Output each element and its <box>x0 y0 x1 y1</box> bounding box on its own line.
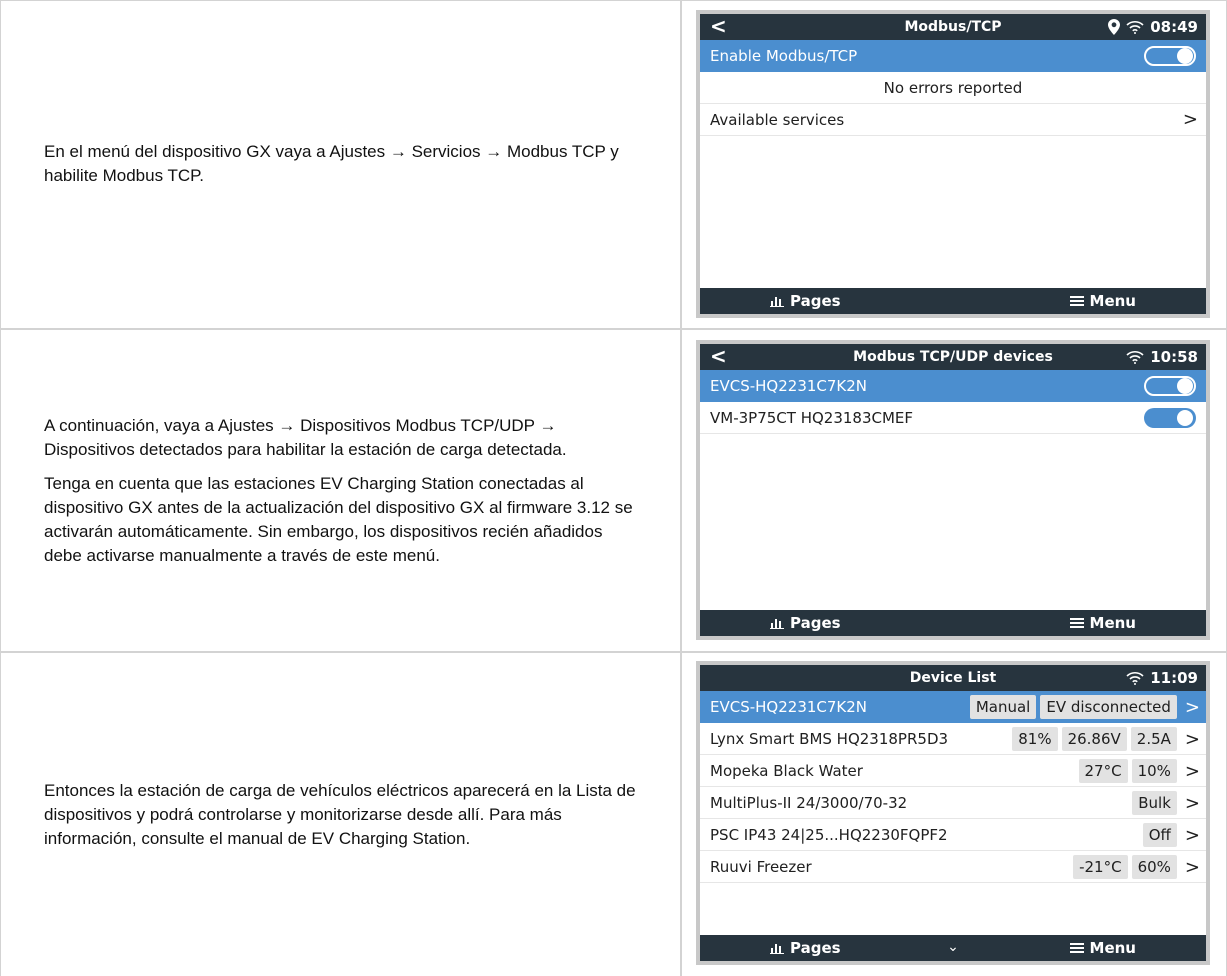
menu-label: Menu <box>1089 614 1136 632</box>
device-label: EVCS-HQ2231C7K2N <box>710 698 868 716</box>
clock: 10:58 <box>1150 348 1198 366</box>
menu-item-enable-modbus[interactable]: Enable Modbus/TCP <box>700 40 1206 72</box>
title-bar: < Modbus/TCP 08:49 <box>700 14 1206 40</box>
instruction-cell: En el menú del dispositivo GX vaya a Aju… <box>0 0 680 328</box>
device-label: EVCS-HQ2231C7K2N <box>710 377 868 395</box>
value-pill: Off <box>1142 823 1177 847</box>
chevron-right-icon: > <box>1184 728 1200 750</box>
value-pill: EV disconnected <box>1040 695 1177 719</box>
chevron-right-icon: > <box>1184 824 1200 846</box>
menu-item-available-services[interactable]: Available services > <box>700 104 1206 136</box>
status-row-errors: No errors reported <box>700 72 1206 104</box>
toggle-knob <box>1177 410 1193 426</box>
device-list-item[interactable]: MultiPlus-II 24/3000/70-32 Bulk > <box>700 787 1206 819</box>
bar-chart-icon <box>770 619 784 629</box>
device-list-item[interactable]: Ruuvi Freezer -21°C 60% > <box>700 851 1206 883</box>
hamburger-icon <box>1069 618 1084 628</box>
instruction-cell: Entonces la estación de carga de vehícul… <box>0 653 680 976</box>
instruction-text: A continuación, vaya a Ajustes → Disposi… <box>44 415 567 459</box>
instruction-text: Entonces la estación de carga de vehícul… <box>44 780 636 848</box>
device-values: Manual EV disconnected > <box>969 695 1200 719</box>
clock: 08:49 <box>1150 18 1198 36</box>
document-table: En el menú del dispositivo GX vaya a Aju… <box>0 0 1227 976</box>
wifi-icon <box>1126 672 1144 685</box>
device-item-vm3p75ct[interactable]: VM-3P75CT HQ23183CMEF <box>700 402 1206 434</box>
value-pill: 2.5A <box>1130 727 1177 751</box>
device-values: Off > <box>1142 823 1200 847</box>
bottom-bar: Pages Menu <box>700 610 1206 636</box>
device-values: 27°C 10% > <box>1078 759 1200 783</box>
device-item-evcs[interactable]: EVCS-HQ2231C7K2N <box>700 370 1206 402</box>
device-label: Ruuvi Freezer <box>710 858 812 876</box>
pages-button[interactable]: Pages <box>770 614 841 632</box>
title-bar: Device List 11:09 <box>700 665 1206 691</box>
toggle-knob <box>1177 378 1193 394</box>
chevron-right-icon: > <box>1184 856 1200 878</box>
screenshot-modbus-tcp: < Modbus/TCP 08:49 Enable Modbus/TCP No … <box>696 10 1210 318</box>
device-label: MultiPlus-II 24/3000/70-32 <box>710 794 908 812</box>
device-values: -21°C 60% > <box>1073 855 1200 879</box>
menu-item-label: Available services <box>710 111 845 129</box>
chevron-right-icon: > <box>1184 696 1200 718</box>
menu-button[interactable]: Menu <box>1069 292 1136 310</box>
value-pill: 26.86V <box>1061 727 1127 751</box>
device-enable-toggle[interactable] <box>1144 408 1196 428</box>
bar-chart-icon <box>770 297 784 307</box>
status-area: 08:49 <box>1108 18 1198 36</box>
menu-label: Menu <box>1089 292 1136 310</box>
device-list-item[interactable]: EVCS-HQ2231C7K2N Manual EV disconnected … <box>700 691 1206 723</box>
chevron-right-icon: > <box>1184 792 1200 814</box>
device-label: VM-3P75CT HQ23183CMEF <box>710 409 914 427</box>
chevron-right-icon: > <box>1184 760 1200 782</box>
gx-screen: Device List 11:09 EVCS-HQ2231C7K2N Manua… <box>700 665 1206 961</box>
instruction-cell: A continuación, vaya a Ajustes → Disposi… <box>0 330 680 651</box>
clock: 11:09 <box>1150 669 1198 687</box>
pages-button[interactable]: Pages <box>770 292 841 310</box>
status-area: 11:09 <box>1126 669 1198 687</box>
errors-status-text: No errors reported <box>883 79 1023 97</box>
device-list-item[interactable]: Mopeka Black Water 27°C 10% > <box>700 755 1206 787</box>
device-label: Lynx Smart BMS HQ2318PR5D3 <box>710 730 949 748</box>
device-label: Mopeka Black Water <box>710 762 863 780</box>
screenshot-modbus-devices: < Modbus TCP/UDP devices 10:58 EVCS-HQ22… <box>696 340 1210 640</box>
pages-label: Pages <box>790 292 841 310</box>
menu-button[interactable]: Menu <box>1069 614 1136 632</box>
wifi-icon <box>1126 351 1144 364</box>
menu-button[interactable]: Menu <box>1069 939 1136 957</box>
gx-screen: < Modbus TCP/UDP devices 10:58 EVCS-HQ22… <box>700 344 1206 636</box>
menu-label: Menu <box>1089 939 1136 957</box>
value-pill: 27°C <box>1078 759 1128 783</box>
hamburger-icon <box>1069 296 1084 306</box>
wifi-icon <box>1126 21 1144 34</box>
screenshot-device-list: Device List 11:09 EVCS-HQ2231C7K2N Manua… <box>696 661 1210 965</box>
note-text: Tenga en cuenta que las estaciones EV Ch… <box>44 473 633 565</box>
value-pill: 60% <box>1131 855 1177 879</box>
device-list-item[interactable]: PSC IP43 24|25...HQ2230FQPF2 Off > <box>700 819 1206 851</box>
location-pin-icon <box>1108 19 1121 35</box>
value-pill: Bulk <box>1132 791 1177 815</box>
device-list-item[interactable]: Lynx Smart BMS HQ2318PR5D3 81% 26.86V 2.… <box>700 723 1206 755</box>
device-values: Bulk > <box>1132 791 1200 815</box>
device-values: 81% 26.86V 2.5A > <box>1012 727 1200 751</box>
title-bar: < Modbus TCP/UDP devices 10:58 <box>700 344 1206 370</box>
gx-screen: < Modbus/TCP 08:49 Enable Modbus/TCP No … <box>700 14 1206 314</box>
instruction-text: En el menú del dispositivo GX vaya a Aju… <box>44 142 619 185</box>
device-enable-toggle[interactable] <box>1144 376 1196 396</box>
value-pill: 10% <box>1131 759 1177 783</box>
value-pill: -21°C <box>1073 855 1128 879</box>
chevron-right-icon: > <box>1182 109 1198 130</box>
pages-label: Pages <box>790 614 841 632</box>
value-pill: 81% <box>1012 727 1058 751</box>
value-pill: Manual <box>969 695 1037 719</box>
hamburger-icon <box>1069 943 1084 953</box>
enable-modbus-toggle[interactable] <box>1144 46 1196 66</box>
toggle-knob <box>1177 48 1193 64</box>
status-area: 10:58 <box>1126 348 1198 366</box>
device-label: PSC IP43 24|25...HQ2230FQPF2 <box>710 826 948 844</box>
bottom-bar: Pages ⌄ Menu <box>700 935 1206 961</box>
bottom-bar: Pages Menu <box>700 288 1206 314</box>
menu-item-label: Enable Modbus/TCP <box>710 47 858 65</box>
